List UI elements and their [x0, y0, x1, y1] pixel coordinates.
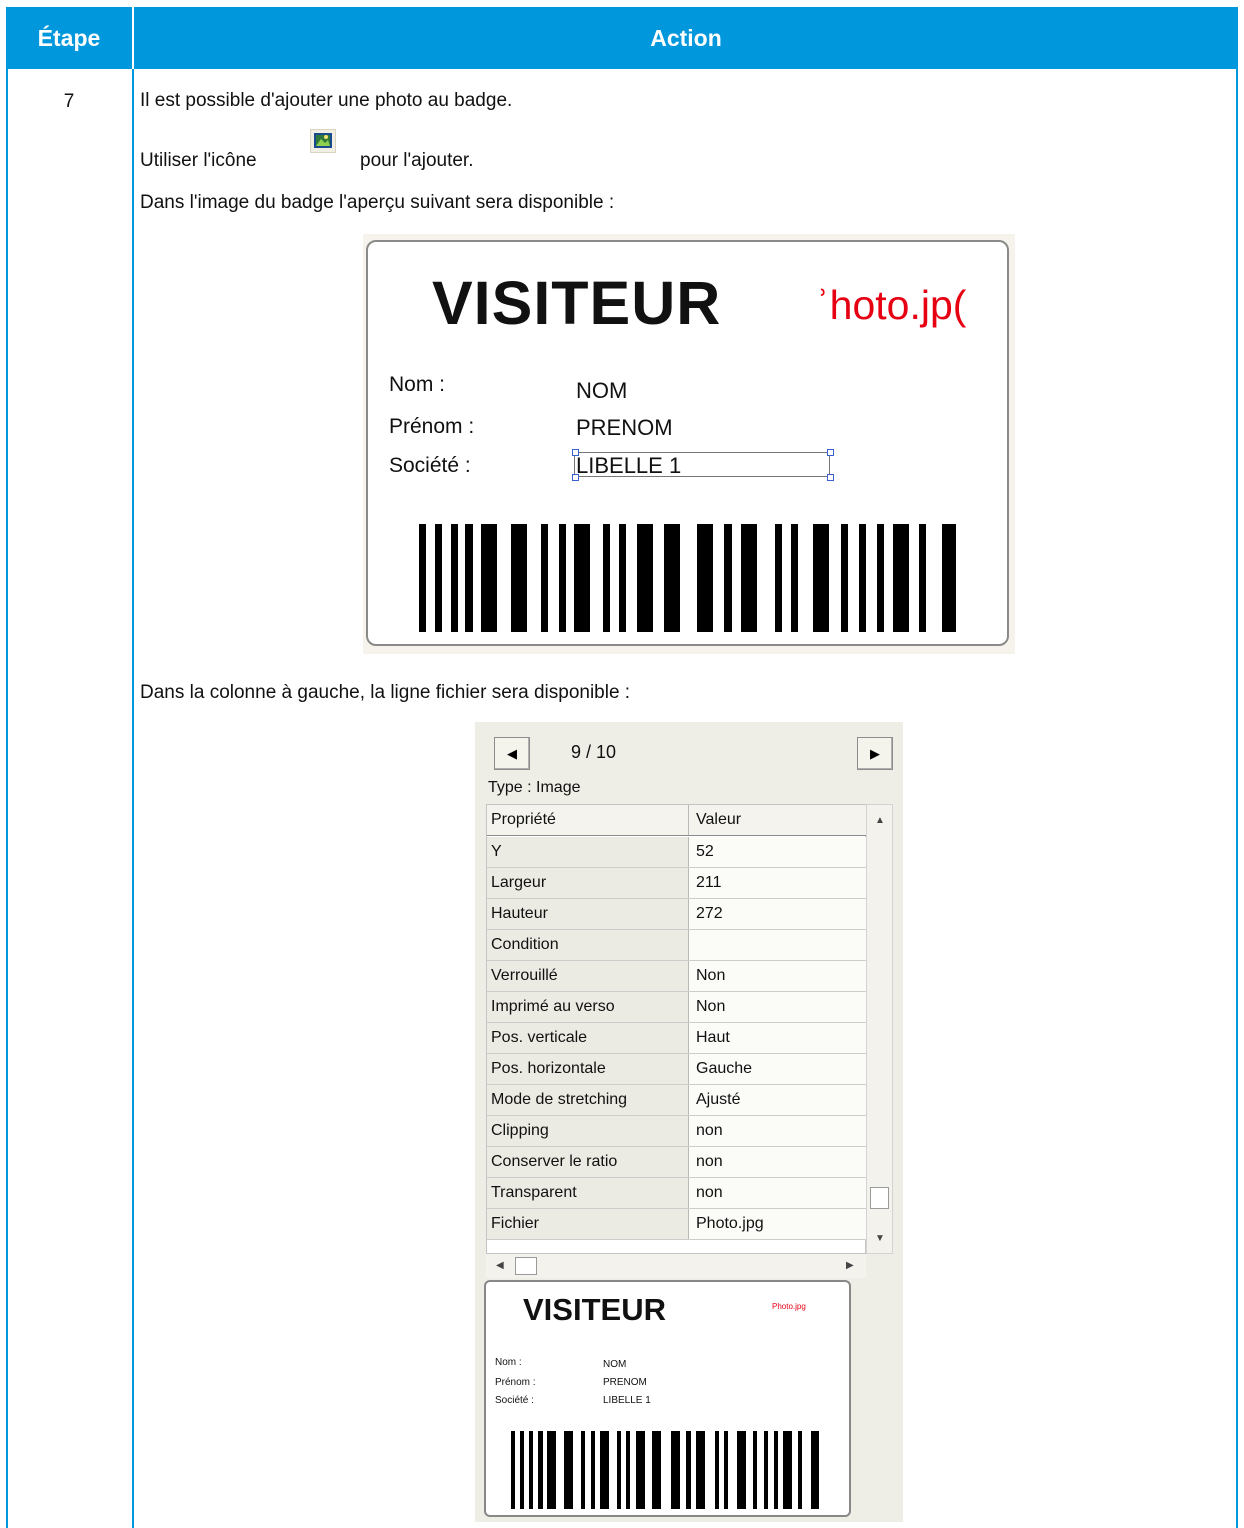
property-value[interactable]: non — [689, 1147, 867, 1177]
badge-label-prenom: Prénom : — [389, 415, 475, 438]
scroll-thumb[interactable] — [870, 1187, 889, 1209]
table-row[interactable]: Y 52 — [487, 837, 867, 868]
previous-button[interactable]: ◀ — [494, 737, 530, 770]
horizontal-scrollbar[interactable]: ◀ ▶ — [486, 1254, 866, 1278]
mini-label-nom: Nom : — [495, 1357, 522, 1368]
mini-label-societe: Société : — [495, 1395, 534, 1406]
mini-badge-title: VISITEUR — [523, 1292, 666, 1327]
property-value[interactable]: non — [689, 1178, 867, 1208]
property-name: Fichier — [487, 1209, 689, 1239]
table-row[interactable]: Pos. verticale Haut — [487, 1023, 867, 1054]
table-row[interactable]: Imprimé au verso Non — [487, 992, 867, 1023]
property-name: Pos. horizontale — [487, 1054, 689, 1084]
property-value[interactable] — [689, 930, 867, 960]
instruction-text-1: Il est possible d'ajouter une photo au b… — [140, 90, 513, 111]
type-label: Type : Image — [488, 779, 581, 796]
mini-label-prenom: Prénom : — [495, 1377, 536, 1388]
property-value[interactable]: 52 — [689, 837, 867, 867]
triangle-right-icon: ▶ — [870, 745, 880, 761]
table-row[interactable]: Pos. horizontale Gauche — [487, 1054, 867, 1085]
pager-text: 9 / 10 — [571, 742, 617, 762]
badge-label-societe: Société : — [389, 454, 471, 477]
badge-title: VISITEUR — [432, 269, 722, 337]
table-row[interactable]: Verrouillé Non — [487, 961, 867, 992]
mini-value-prenom: PRENOM — [603, 1377, 647, 1388]
column-header-property[interactable]: Propriété — [487, 805, 689, 835]
table-row[interactable]: Transparent non — [487, 1178, 867, 1209]
instruction-text-2-before: Utiliser l'icône — [140, 150, 257, 171]
property-name: Y — [487, 837, 689, 867]
property-name: Verrouillé — [487, 961, 689, 991]
property-name: Imprimé au verso — [487, 992, 689, 1022]
property-panel: ◀ 9 / 10 ▶ Type : Image Propriété Valeur… — [475, 722, 903, 1522]
vertical-scrollbar[interactable]: ▲ ▼ — [866, 804, 893, 1254]
header-action: Action — [650, 24, 722, 51]
property-value[interactable]: Ajusté — [689, 1085, 867, 1115]
property-value[interactable]: Photo.jpg — [689, 1209, 867, 1239]
property-value[interactable]: non — [689, 1116, 867, 1146]
barcode — [419, 524, 956, 632]
scroll-right-icon[interactable]: ▶ — [846, 1260, 854, 1271]
mini-badge-photo-placeholder: Photo.jpg — [772, 1302, 806, 1311]
resize-handle[interactable] — [827, 449, 834, 456]
property-value[interactable]: Non — [689, 961, 867, 991]
table-row[interactable]: Fichier Photo.jpg — [487, 1209, 867, 1240]
scroll-up-icon[interactable]: ▲ — [875, 815, 885, 826]
next-button[interactable]: ▶ — [857, 737, 893, 770]
property-name: Conserver le ratio — [487, 1147, 689, 1177]
table-border-right — [1236, 69, 1238, 1528]
mini-barcode — [511, 1431, 819, 1509]
property-name: Mode de stretching — [487, 1085, 689, 1115]
badge-value-prenom: PRENOM — [576, 415, 673, 440]
badge-label-nom: Nom : — [389, 373, 446, 396]
property-name: Largeur — [487, 868, 689, 898]
instruction-text-3: Dans l'image du badge l'aperçu suivant s… — [140, 192, 615, 213]
resize-handle[interactable] — [827, 474, 834, 481]
badge-preview: VISITEUR ʾhoto.jp( Nom : NOM Prénom : PR… — [366, 240, 1009, 646]
badge-value-societe: LIBELLE 1 — [576, 453, 682, 478]
property-grid: Propriété Valeur Y 52 Largeur 211 Hauteur 2… — [486, 804, 867, 1254]
instruction-text-2-after: pour l'ajouter. — [360, 150, 474, 171]
scroll-thumb[interactable] — [515, 1257, 537, 1275]
property-name: Clipping — [487, 1116, 689, 1146]
mini-value-nom: NOM — [603, 1359, 627, 1370]
scroll-down-icon[interactable]: ▼ — [875, 1233, 885, 1244]
instruction-text-4: Dans la colonne à gauche, la ligne fichi… — [140, 682, 631, 703]
table-border-left — [6, 69, 8, 1528]
header-step: Étape — [37, 24, 101, 51]
property-name: Condition — [487, 930, 689, 960]
step-number: 7 — [63, 91, 75, 112]
property-value[interactable]: 211 — [689, 868, 867, 898]
picture-icon — [310, 129, 336, 153]
triangle-left-icon: ◀ — [507, 745, 517, 761]
mini-badge-preview: VISITEUR Photo.jpg Nom : NOM Prénom : PR… — [484, 1280, 851, 1517]
property-value[interactable]: Gauche — [689, 1054, 867, 1084]
property-name: Transparent — [487, 1178, 689, 1208]
property-name: Pos. verticale — [487, 1023, 689, 1053]
property-value[interactable]: Non — [689, 992, 867, 1022]
badge-photo-placeholder: ʾhoto.jp( — [816, 282, 967, 328]
mini-value-societe: LIBELLE 1 — [603, 1395, 651, 1406]
table-border-middle — [132, 69, 134, 1528]
table-row[interactable]: Mode de stretching Ajusté — [487, 1085, 867, 1116]
grid-header: Propriété Valeur — [487, 805, 867, 836]
badge-value-nom: NOM — [576, 378, 628, 403]
table-header: Étape Action — [6, 7, 1238, 69]
property-value[interactable]: 272 — [689, 899, 867, 929]
table-row[interactable]: Hauteur 272 — [487, 899, 867, 930]
table-row[interactable]: Clipping non — [487, 1116, 867, 1147]
table-row[interactable]: Conserver le ratio non — [487, 1147, 867, 1178]
resize-handle[interactable] — [572, 449, 579, 456]
table-row[interactable]: Largeur 211 — [487, 868, 867, 899]
column-header-value[interactable]: Valeur — [689, 805, 867, 835]
resize-handle[interactable] — [572, 474, 579, 481]
table-row[interactable]: Condition — [487, 930, 867, 961]
property-name: Hauteur — [487, 899, 689, 929]
scroll-left-icon[interactable]: ◀ — [496, 1260, 504, 1271]
property-value[interactable]: Haut — [689, 1023, 867, 1053]
